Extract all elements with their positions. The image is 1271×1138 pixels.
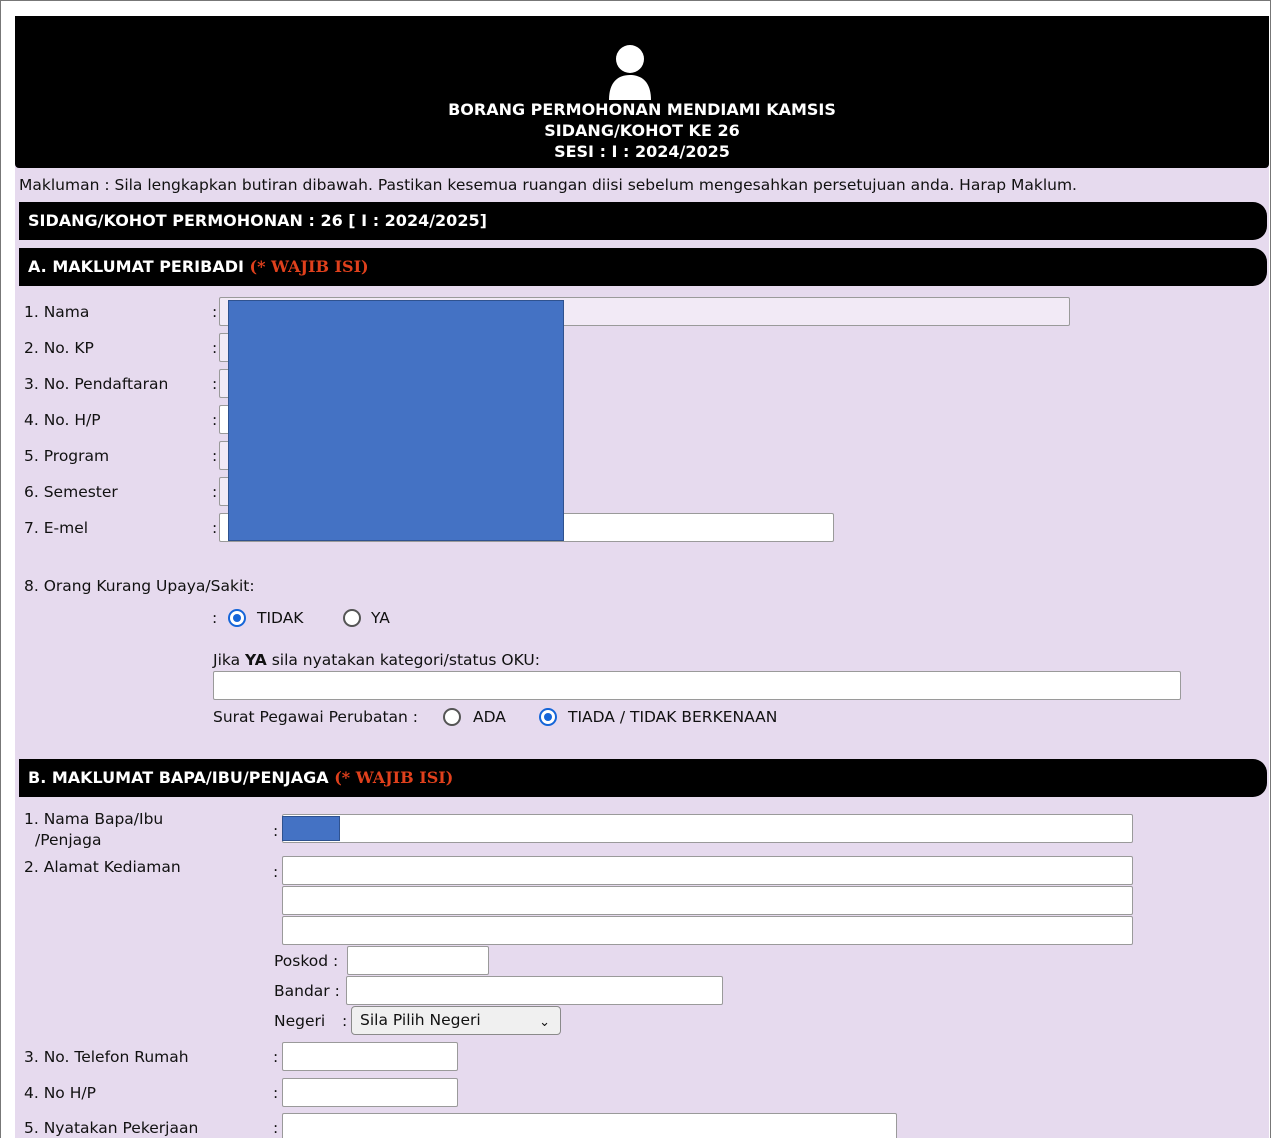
colon: : (212, 609, 218, 627)
colon: : (212, 447, 218, 465)
user-icon (609, 45, 651, 100)
label-no-kp: 2. No. KP (24, 339, 94, 357)
chevron-down-icon: ⌄ (539, 1015, 550, 1030)
surat-tiada-radio[interactable] (539, 708, 557, 726)
alamat-line2-input[interactable] (282, 886, 1133, 915)
label-poskod: Poskod : (274, 952, 339, 970)
notice-text: Makluman : Sila lengkapkan butiran dibaw… (19, 176, 1077, 194)
nama-penjaga-input[interactable] (282, 814, 1133, 843)
poskod-input[interactable] (347, 946, 489, 975)
section-a-title: A. MAKLUMAT PERIBADI (28, 257, 250, 276)
redaction-box (228, 300, 564, 541)
oku-tidak-label: TIDAK (257, 609, 304, 627)
colon: : (273, 1048, 279, 1066)
label-alamat: 2. Alamat Kediaman (24, 858, 181, 876)
label-oku: 8. Orang Kurang Upaya/Sakit: (24, 577, 255, 595)
oku-category-input[interactable] (213, 671, 1181, 700)
oku-tidak-radio[interactable] (228, 609, 246, 627)
label-no-hp: 4. No. H/P (24, 411, 101, 429)
label-bandar: Bandar : (274, 982, 340, 1000)
session-bar-label: SIDANG/KOHOT PERMOHONAN : 26 [ I : 2024/… (28, 211, 487, 230)
oku-detail-bold: YA (245, 651, 267, 669)
form-subtitle-kohot: SIDANG/KOHOT KE 26 (544, 121, 740, 140)
oku-detail-prefix: Jika (213, 651, 246, 669)
alamat-line1-input[interactable] (282, 856, 1133, 885)
oku-ya-label: YA (371, 609, 390, 627)
label-nama-penjaga-line1: 1. Nama Bapa/Ibu (24, 810, 164, 828)
surat-ada-radio[interactable] (443, 708, 461, 726)
negeri-select[interactable]: Sila Pilih Negeri ⌄ (351, 1006, 561, 1035)
redaction-box (282, 816, 340, 841)
colon: : (273, 863, 279, 881)
form-subtitle-sesi: SESI : I : 2024/2025 (554, 142, 730, 161)
form-header: BORANG PERMOHONAN MENDIAMI KAMSIS SIDANG… (15, 16, 1269, 168)
label-semester: 6. Semester (24, 483, 118, 501)
surat-label: Surat Pegawai Perubatan : (213, 708, 419, 726)
no-hp-penjaga-input[interactable] (282, 1078, 458, 1107)
colon: : (212, 303, 218, 321)
section-b-required: (* WAJIB ISI) (334, 768, 454, 787)
surat-ada-label: ADA (473, 708, 506, 726)
session-bar: SIDANG/KOHOT PERMOHONAN : 26 [ I : 2024/… (19, 202, 1267, 240)
colon: : (273, 1084, 279, 1102)
colon: : (273, 822, 279, 840)
alamat-line3-input[interactable] (282, 916, 1133, 945)
label-pekerjaan: 5. Nyatakan Pekerjaan (24, 1119, 199, 1137)
label-no-hp-penjaga: 4. No H/P (24, 1084, 96, 1102)
colon: : (212, 483, 218, 501)
oku-detail-suffix: sila nyatakan kategori/status OKU: (266, 651, 540, 669)
label-emel: 7. E-mel (24, 519, 89, 537)
surat-tiada-label: TIADA / TIDAK BERKENAAN (568, 708, 778, 726)
oku-detail-label: Jika YA sila nyatakan kategori/status OK… (213, 650, 540, 670)
colon: : (273, 1119, 279, 1137)
form-title: BORANG PERMOHONAN MENDIAMI KAMSIS (448, 100, 836, 119)
colon: : (212, 339, 218, 357)
pekerjaan-input[interactable] (282, 1113, 897, 1138)
section-a-header: A. MAKLUMAT PERIBADI (* WAJIB ISI) (19, 248, 1267, 286)
section-b-header: B. MAKLUMAT BAPA/IBU/PENJAGA (* WAJIB IS… (19, 759, 1267, 797)
colon: : (342, 1012, 348, 1030)
label-nama: 1. Nama (24, 303, 90, 321)
colon: : (212, 375, 218, 393)
colon: : (212, 519, 218, 537)
label-program: 5. Program (24, 447, 110, 465)
negeri-select-value: Sila Pilih Negeri (360, 1011, 481, 1029)
label-tel-rumah: 3. No. Telefon Rumah (24, 1048, 189, 1066)
section-a-required: (* WAJIB ISI) (249, 257, 369, 276)
application-form: BORANG PERMOHONAN MENDIAMI KAMSIS SIDANG… (15, 16, 1269, 1138)
bandar-input[interactable] (346, 976, 723, 1005)
label-no-pendaftaran: 3. No. Pendaftaran (24, 375, 169, 393)
colon: : (212, 411, 218, 429)
oku-ya-radio[interactable] (343, 609, 361, 627)
tel-rumah-input[interactable] (282, 1042, 458, 1071)
label-nama-penjaga-line2: /Penjaga (35, 831, 102, 849)
section-b-title: B. MAKLUMAT BAPA/IBU/PENJAGA (28, 768, 335, 787)
label-negeri: Negeri (274, 1012, 326, 1030)
